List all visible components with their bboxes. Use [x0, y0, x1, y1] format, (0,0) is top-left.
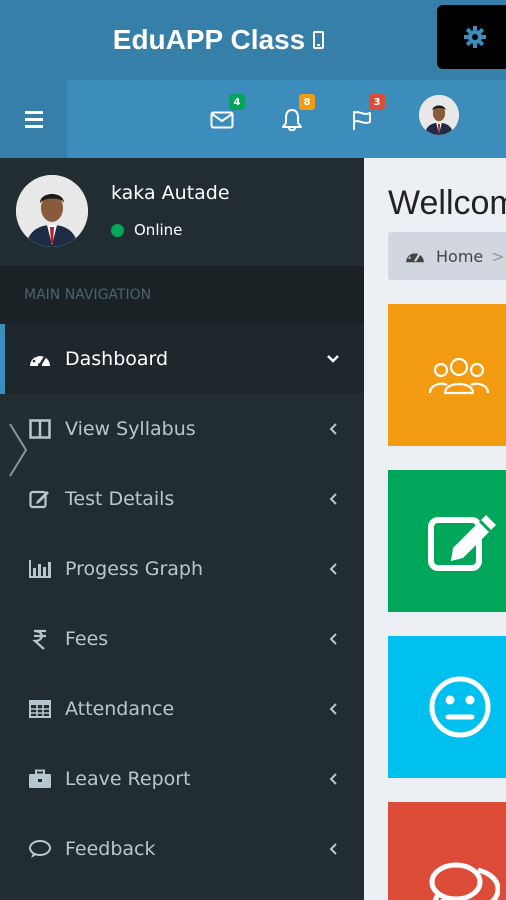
- bell-icon: [282, 109, 302, 132]
- avatar-image: [16, 175, 88, 247]
- breadcrumb-home-link[interactable]: Home: [436, 247, 483, 266]
- sidebar-item-label: Test Details: [65, 488, 175, 510]
- bar-chart-icon: [27, 558, 53, 580]
- comment-icon: [27, 838, 53, 860]
- chevron-left-icon: [322, 838, 344, 860]
- dashboard-icon: [27, 348, 53, 370]
- chevron-right-icon: [9, 423, 28, 477]
- table-icon: [27, 698, 53, 720]
- sidebar-item-test-details[interactable]: Test Details: [0, 464, 364, 534]
- sidebar-item-view-syllabus[interactable]: View Syllabus: [0, 394, 364, 464]
- mobile-icon: [313, 31, 325, 49]
- test-details-tile[interactable]: [388, 470, 506, 612]
- comments-tile[interactable]: [388, 802, 506, 900]
- edit-icon: [428, 515, 496, 571]
- sidebar-item-label: Fees: [65, 628, 109, 650]
- sidebar-item-fees[interactable]: Fees: [0, 604, 364, 674]
- sidebar-toggle-button[interactable]: [0, 80, 67, 158]
- user-panel: kaka Autade Online: [0, 158, 364, 266]
- chevron-left-icon: [322, 488, 344, 510]
- sidebar-item-dashboard[interactable]: Dashboard: [0, 324, 364, 394]
- columns-icon: [27, 418, 53, 440]
- users-icon: [428, 357, 490, 395]
- avatar: [16, 175, 88, 247]
- envelope-icon: [210, 111, 234, 129]
- gear-icon: [463, 26, 486, 48]
- feedback-face-tile[interactable]: [388, 636, 506, 778]
- chevron-left-icon: [322, 628, 344, 650]
- sidebar-item-label: Attendance: [65, 698, 175, 720]
- nav-header: MAIN NAVIGATION: [0, 266, 364, 324]
- chevron-left-icon: [322, 768, 344, 790]
- user-status: Online: [111, 221, 182, 239]
- main-content: Wellcome Home >: [364, 158, 506, 900]
- sidebar-item-label: Progess Graph: [65, 558, 204, 580]
- dashboard-icon: [406, 251, 424, 263]
- tasks-badge: 3: [369, 94, 385, 110]
- app-header: EduAPP Class: [0, 0, 506, 80]
- chevron-left-icon: [322, 698, 344, 720]
- app-title-text: EduAPP Class: [112, 24, 306, 55]
- tasks-button[interactable]: 3: [342, 94, 385, 138]
- notifications-button[interactable]: 8: [272, 94, 315, 138]
- messages-badge: 4: [229, 94, 245, 110]
- breadcrumb: Home >: [388, 232, 506, 280]
- sidebar-item-leave-report[interactable]: Leave Report: [0, 744, 364, 814]
- user-name: kaka Autade: [111, 182, 230, 204]
- user-menu-avatar[interactable]: [419, 95, 459, 135]
- breadcrumb-separator: >: [491, 246, 505, 266]
- page-title: Wellcome: [388, 184, 506, 222]
- sidebar-item-label: Dashboard: [65, 348, 169, 370]
- avatar-image: [419, 95, 459, 135]
- sidebar-item-attendance[interactable]: Attendance: [0, 674, 364, 744]
- comments-icon: [429, 862, 500, 900]
- settings-button[interactable]: [437, 5, 506, 69]
- rupee-icon: [27, 628, 53, 650]
- messages-button[interactable]: 4: [202, 94, 245, 138]
- meh-face-icon: [429, 676, 491, 738]
- briefcase-icon: [27, 768, 53, 790]
- flag-icon: [353, 111, 371, 130]
- notifications-badge: 8: [299, 94, 315, 110]
- sidebar-item-label: Leave Report: [65, 768, 191, 790]
- sidebar-item-label: View Syllabus: [65, 418, 196, 440]
- edit-icon: [27, 488, 53, 510]
- chevron-left-icon: [322, 558, 344, 580]
- sidebar-item-label: Feedback: [65, 838, 156, 860]
- sidebar-item-feedback[interactable]: Feedback: [0, 814, 364, 884]
- user-status-text: Online: [134, 221, 183, 239]
- drawer-handle[interactable]: [6, 420, 30, 480]
- sidebar-item-progess-graph[interactable]: Progess Graph: [0, 534, 364, 604]
- online-status-icon: [111, 223, 124, 237]
- chevron-down-icon: [322, 348, 344, 370]
- hamburger-icon: [24, 109, 43, 130]
- chevron-left-icon: [322, 418, 344, 440]
- sidebar: kaka Autade Online MAIN NAVIGATION Dashb…: [0, 158, 364, 900]
- app-title[interactable]: EduAPP Class: [0, 0, 437, 80]
- users-tile[interactable]: [388, 304, 506, 446]
